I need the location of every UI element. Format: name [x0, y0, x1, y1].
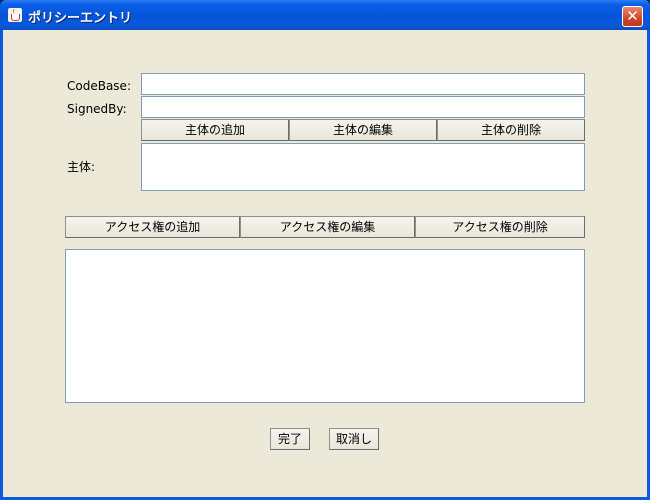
- remove-permission-button[interactable]: アクセス権の削除: [415, 216, 585, 238]
- add-permission-button[interactable]: アクセス権の追加: [65, 216, 240, 238]
- edit-principal-button[interactable]: 主体の編集: [289, 119, 437, 141]
- remove-principal-button[interactable]: 主体の削除: [437, 119, 585, 141]
- cancel-button[interactable]: 取消し: [329, 428, 379, 450]
- codebase-input[interactable]: [141, 73, 585, 95]
- done-button[interactable]: 完了: [270, 428, 310, 450]
- principal-label: 主体:: [67, 160, 96, 174]
- java-cup-icon: [8, 8, 22, 22]
- principal-list[interactable]: [141, 143, 585, 191]
- codebase-label: CodeBase:: [67, 79, 131, 93]
- close-button[interactable]: ✕: [622, 6, 643, 27]
- title-bar[interactable]: ポリシーエントリ ✕: [0, 0, 650, 30]
- signedby-label: SignedBy:: [67, 102, 127, 116]
- permission-list[interactable]: [65, 249, 585, 403]
- window-title: ポリシーエントリ: [28, 11, 133, 26]
- signedby-input[interactable]: [141, 96, 585, 118]
- add-principal-button[interactable]: 主体の追加: [141, 119, 289, 141]
- policy-entry-dialog: ポリシーエントリ ✕ CodeBase: SignedBy: 主体の追加 主体の…: [0, 0, 650, 500]
- edit-permission-button[interactable]: アクセス権の編集: [240, 216, 415, 238]
